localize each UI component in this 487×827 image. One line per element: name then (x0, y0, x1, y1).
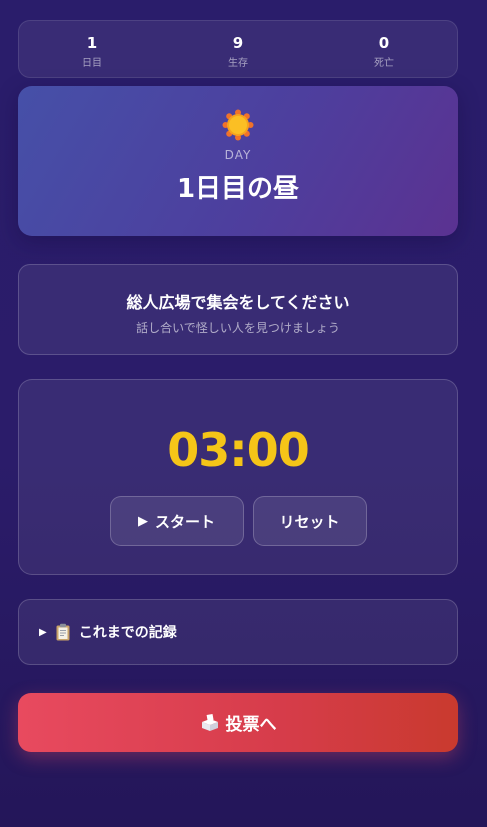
clipboard-icon (55, 623, 71, 641)
play-icon: ▶ (137, 513, 148, 529)
ballot-box-icon (200, 713, 220, 732)
timer-card: 03:00 ▶ スタート リセット (18, 379, 458, 575)
start-button[interactable]: ▶ スタート (109, 496, 244, 546)
timer-display: 03:00 (167, 423, 309, 477)
stats-bar: 1 日目 9 生存 0 死亡 (18, 20, 458, 78)
stat-day: 1 日目 (19, 21, 165, 77)
expand-triangle-icon: ▶ (39, 626, 47, 638)
reset-button-label: リセット (279, 512, 340, 531)
instruction-title: 総人広場で集会をしてください (126, 293, 350, 312)
reset-button[interactable]: リセット (252, 496, 367, 546)
phase-subtitle: DAY (224, 148, 252, 162)
stat-dead-label: 死亡 (374, 58, 394, 69)
stat-alive-label: 生存 (228, 58, 248, 69)
stat-alive-value: 9 (232, 34, 244, 52)
stat-day-value: 1 (86, 34, 98, 52)
history-label: これまでの記録 (78, 625, 177, 641)
stat-alive: 9 生存 (165, 21, 311, 77)
stat-day-label: 日目 (82, 58, 102, 69)
stat-dead: 0 死亡 (311, 21, 457, 77)
phase-title: 1日目の昼 (176, 174, 300, 204)
start-button-label: スタート (154, 512, 215, 531)
phase-card: DAY 1日目の昼 (18, 86, 458, 236)
sun-icon (222, 109, 254, 141)
vote-button-label: 投票へ (225, 715, 277, 735)
history-toggle[interactable]: ▶ これまでの記録 (18, 599, 458, 665)
stat-dead-value: 0 (378, 34, 390, 52)
vote-button[interactable]: 投票へ (18, 693, 458, 752)
timer-controls: ▶ スタート リセット (109, 496, 367, 546)
instruction-subtitle: 話し合いで怪しい人を見つけましょう (136, 321, 340, 335)
instruction-card: 総人広場で集会をしてください 話し合いで怪しい人を見つけましょう (18, 264, 458, 355)
